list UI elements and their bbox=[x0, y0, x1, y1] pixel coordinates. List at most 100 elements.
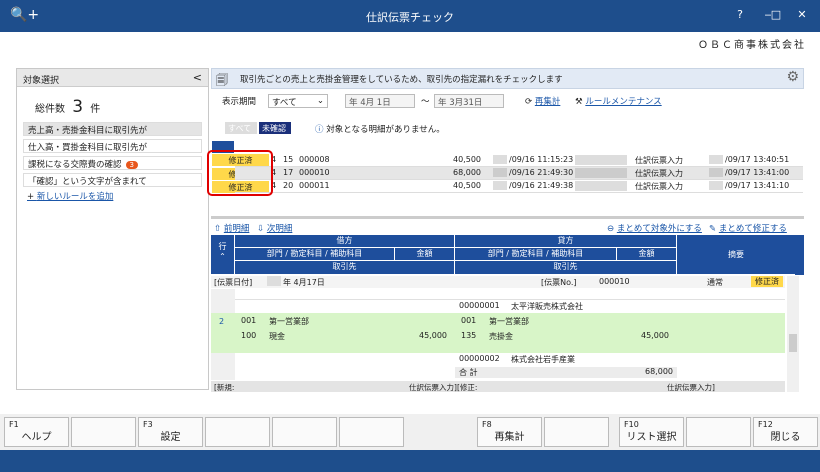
cell: 17 bbox=[283, 168, 294, 177]
cell: 68,000 bbox=[453, 168, 481, 177]
add-rule-link[interactable]: + 新しいルールを追加 bbox=[27, 190, 198, 202]
key-label: 再集計 bbox=[494, 432, 525, 443]
row-no: 2 bbox=[219, 317, 225, 326]
chevron-up-icon: ⌃ bbox=[219, 252, 226, 261]
cell: /09/17 13:41:00 bbox=[709, 168, 790, 177]
detail-header: 行 ⌃ 借方 部門 / 勘定科目 / 補助科目 金額 取引先 貸方 部門 / 勘定… bbox=[211, 235, 804, 275]
mod-kind: 仕訳伝票入力] bbox=[667, 383, 715, 392]
cell-blurred bbox=[575, 168, 627, 178]
f1-key[interactable]: F1 ヘルプ bbox=[4, 417, 69, 447]
credit-header: 貸方 bbox=[455, 235, 677, 248]
range-tilde: ～ bbox=[421, 97, 430, 107]
rule-label: 「確認」という文字が含まれて bbox=[28, 177, 147, 187]
detail-partner-1: 00000001 太平洋販売株式会社 bbox=[455, 301, 677, 312]
voucher-date-label: [伝票日付] bbox=[214, 278, 253, 287]
status-bar bbox=[0, 450, 820, 472]
row-header[interactable]: 行 ⌃ bbox=[211, 235, 235, 275]
f6-key[interactable] bbox=[339, 417, 404, 447]
credit-partner-header: 取引先 bbox=[455, 261, 677, 275]
left-panel-title: 対象選択 bbox=[23, 76, 60, 86]
period-label: 表示期間 bbox=[222, 97, 257, 107]
rule-maintenance-link[interactable]: ⚒ ルールメンテナンス bbox=[575, 95, 662, 109]
col-header[interactable]: 付箋 bbox=[351, 141, 381, 153]
cell: 000008 bbox=[299, 155, 330, 164]
next-label: 次明細 bbox=[266, 224, 293, 234]
maximize-icon[interactable]: □ bbox=[766, 8, 786, 21]
to-date-field[interactable]: 年 3月31日 bbox=[434, 94, 504, 108]
col-header[interactable]: 証憑 bbox=[321, 141, 351, 153]
credit-acct-name: 売掛金 bbox=[489, 332, 513, 341]
period-select[interactable]: すべて ⌄ bbox=[268, 94, 328, 108]
toggle-all[interactable]: すべて bbox=[225, 122, 257, 134]
from-date: 年 4月 1日 bbox=[349, 98, 391, 108]
col-header[interactable]: 伝票No. bbox=[273, 141, 321, 153]
col-header[interactable]: 伝票合計金額 bbox=[381, 141, 457, 153]
debit-acct-code: 100 bbox=[241, 331, 257, 340]
left-panel-header: 対象選択 < bbox=[17, 69, 208, 87]
debit-acct-name: 現金 bbox=[269, 332, 285, 341]
credit-acct-code: 135 bbox=[461, 331, 477, 340]
from-date-field[interactable]: 年 4月 1日 bbox=[345, 94, 415, 108]
memo-header: 摘要 bbox=[677, 235, 795, 275]
f9-key[interactable] bbox=[544, 417, 609, 447]
rule-item-sales-partner[interactable]: 売上高・売掛金科目に取引先が bbox=[23, 122, 202, 136]
debit-header: 借方 bbox=[235, 235, 455, 248]
debit-dept-code: 001 bbox=[241, 316, 257, 325]
cell: 仕訳伝票入力 bbox=[635, 156, 683, 165]
chevron-down-icon: ⌄ bbox=[316, 96, 324, 106]
audit-row: [新規: 仕訳伝票入力] [修正: 仕訳伝票入力] bbox=[211, 381, 785, 392]
close-icon[interactable]: ✕ bbox=[792, 8, 812, 21]
f10-key[interactable]: F10 リスト選択 bbox=[619, 417, 684, 447]
rule-item-entertainment-tax[interactable]: 課税になる交際費の確認 3 bbox=[23, 156, 202, 170]
debit-dept-header: 部門 / 勘定科目 / 補助科目 bbox=[235, 248, 395, 261]
total-number: 3 bbox=[72, 97, 84, 117]
next-detail-link[interactable]: ⇩ 次明細 bbox=[257, 222, 292, 234]
table-row[interactable]: 4 15 000008 40,500 /09/16 11:15:23 仕訳伝票入… bbox=[235, 154, 803, 167]
f2-key[interactable] bbox=[71, 417, 136, 447]
scrollbar-thumb[interactable] bbox=[789, 334, 797, 352]
prev-detail-link[interactable]: ⇧ 前明細 bbox=[214, 222, 249, 234]
credit-dept-header: 部門 / 勘定科目 / 補助科目 bbox=[455, 248, 617, 261]
col-header[interactable]: 新規登録者名 bbox=[541, 141, 609, 153]
f11-key[interactable] bbox=[686, 417, 751, 447]
toggle-unconfirmed[interactable]: 未確認 bbox=[259, 122, 291, 134]
detail-scrollbar[interactable] bbox=[787, 276, 799, 392]
rule-label: 仕入高・買掛金科目に取引先が bbox=[28, 143, 148, 153]
rule-item-purchase-partner[interactable]: 仕入高・買掛金科目に取引先が bbox=[23, 139, 202, 153]
table-row[interactable]: 4 20 000011 40,500 /09/16 21:49:38 仕訳伝票入… bbox=[235, 180, 803, 193]
f12-key[interactable]: F12 閉じる bbox=[753, 417, 818, 447]
detail-line-selected[interactable]: 2 001 第一営業部 100 現金 45,000 001 第一営業部 135 … bbox=[211, 313, 785, 353]
cell: /09/16 21:49:38 bbox=[493, 181, 574, 190]
rule-label: 売上高・売掛金科目に取引先が bbox=[28, 126, 148, 136]
col-header[interactable]: 修正登録日付 bbox=[689, 141, 803, 153]
partner-name: 株式会社岩手産業 bbox=[511, 355, 575, 364]
col-header[interactable]: 新規登録区分 bbox=[609, 141, 689, 153]
key-label: 閉じる bbox=[770, 432, 801, 443]
total-label: 総件数 bbox=[35, 104, 65, 115]
gear-icon[interactable]: ⚙ bbox=[786, 69, 799, 85]
highlight-box bbox=[207, 150, 273, 196]
cell: 仕訳伝票入力 bbox=[635, 169, 683, 178]
rule-item-confirm-text[interactable]: 「確認」という文字が含まれて bbox=[23, 173, 202, 187]
credit-amount: 45,000 bbox=[641, 331, 669, 340]
col-header[interactable]: 新規登録日付 bbox=[457, 141, 541, 153]
voucher-kind: 通常 bbox=[707, 278, 723, 287]
help-icon[interactable]: ? bbox=[730, 8, 750, 21]
splitter[interactable] bbox=[211, 216, 804, 219]
total-count: 総件数 3 件 bbox=[17, 87, 208, 119]
bulk-fix-link[interactable]: ✎ まとめて修正する bbox=[709, 222, 787, 234]
f3-key[interactable]: F3 設定 bbox=[138, 417, 203, 447]
bulk-exclude-link[interactable]: ⊖ まとめて対象外にする bbox=[607, 222, 702, 234]
detail-row-blank bbox=[235, 289, 785, 300]
voucher-summary-row: [伝票日付] 年 4月17日 [伝票No.] 000010 通常 修正済 bbox=[211, 276, 785, 288]
detail-nav: ⇧ 前明細 ⇩ 次明細 ⊖ まとめて対象外にする ✎ まとめて修正する bbox=[211, 222, 804, 234]
partner-name: 太平洋販売株式会社 bbox=[511, 302, 583, 311]
plus-icon: + bbox=[27, 192, 37, 202]
chevron-left-icon[interactable]: < bbox=[193, 71, 202, 84]
f8-key[interactable]: F8 再集計 bbox=[477, 417, 542, 447]
new-label: [新規: bbox=[214, 383, 235, 392]
f4-key[interactable] bbox=[205, 417, 270, 447]
recalc-link[interactable]: ⟳ 再集計 bbox=[525, 95, 560, 109]
table-row[interactable]: 4 17 000010 68,000 /09/16 21:49:30 仕訳伝票入… bbox=[235, 167, 803, 180]
f5-key[interactable] bbox=[272, 417, 337, 447]
